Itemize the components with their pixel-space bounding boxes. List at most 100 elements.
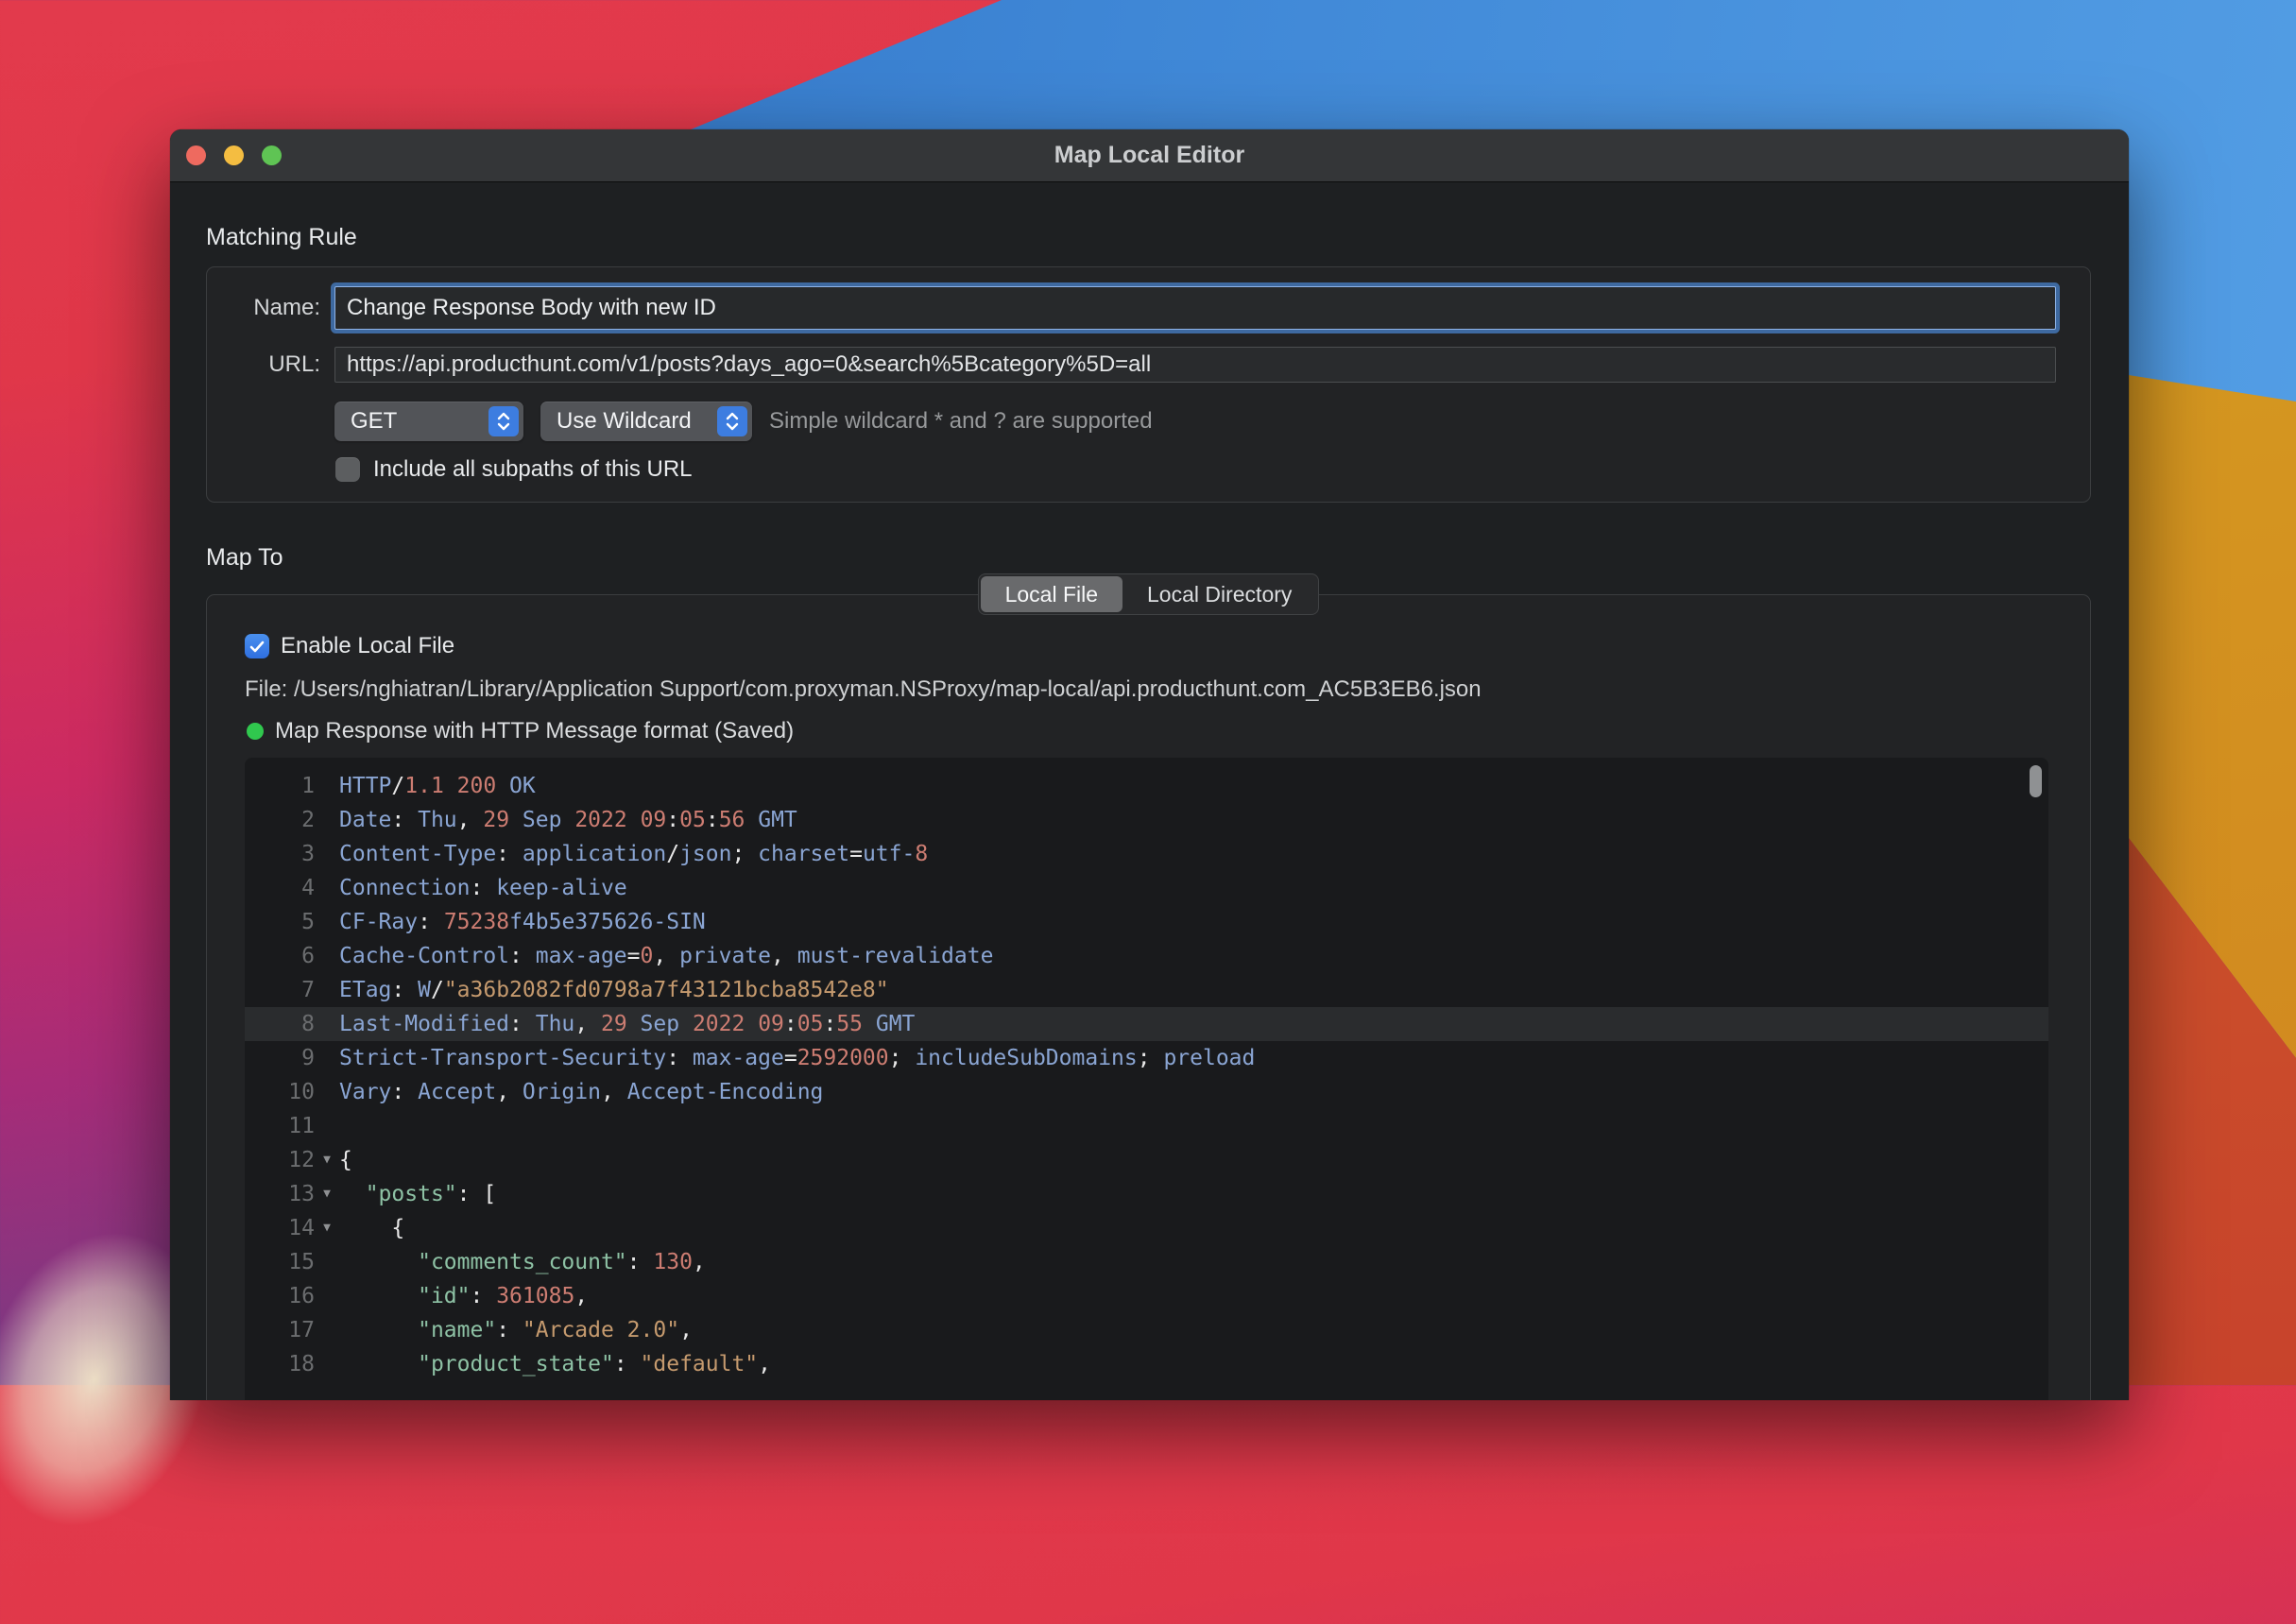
wildcard-mode-value: Use Wildcard <box>557 408 692 434</box>
line-number: 11 <box>288 1114 315 1138</box>
url-label: URL: <box>268 351 320 377</box>
code-line: 7 ETag: W/"a36b2082fd0798a7f43121bcba8542… <box>245 973 2048 1007</box>
window-title: Map Local Editor <box>1054 142 1245 168</box>
code-text: { <box>339 1216 405 1240</box>
fold-toggle-icon[interactable]: ▼ <box>315 1211 339 1245</box>
subpaths-checkbox[interactable] <box>335 457 360 482</box>
code-line: 12 ▼{ <box>245 1143 2048 1177</box>
line-number: 13 <box>288 1182 315 1206</box>
code-line: 9 Strict-Transport-Security: max-age=2592… <box>245 1041 2048 1075</box>
code-text: Strict-Transport-Security: max-age=25920… <box>339 1046 1256 1070</box>
code-text: "id": 361085, <box>418 1284 589 1308</box>
file-label: File: <box>245 676 288 702</box>
code-line: 2 Date: Thu, 29 Sep 2022 09:05:56 GMT <box>245 803 2048 837</box>
check-icon <box>249 641 265 652</box>
subpaths-row: Include all subpaths of this URL <box>335 456 2056 483</box>
name-row: Name: <box>207 286 2056 330</box>
line-number: 1 <box>301 774 315 798</box>
method-select-value: GET <box>351 408 398 434</box>
file-path-row: File: /Users/nghiatran/Library/Applicati… <box>245 676 2048 703</box>
code-text: HTTP/1.1 200 OK <box>339 774 536 798</box>
map-to-heading: Map To <box>206 544 283 571</box>
code-line: 17 "name": "Arcade 2.0", <box>245 1313 2048 1347</box>
line-number: 9 <box>301 1046 315 1070</box>
saved-status-row: Map Response with HTTP Message format (S… <box>245 718 2048 744</box>
tab-local-file[interactable]: Local File <box>980 576 1123 612</box>
editor-scrollbar-thumb[interactable] <box>2030 765 2042 797</box>
code-text: Last-Modified: Thu, 29 Sep 2022 09:05:55… <box>339 1012 916 1036</box>
map-local-editor-window: Map Local Editor Matching Rule Name: URL… <box>170 129 2129 1400</box>
code-text: Date: Thu, 29 Sep 2022 09:05:56 GMT <box>339 808 797 832</box>
line-number: 7 <box>301 978 315 1002</box>
line-number: 5 <box>301 910 315 934</box>
code-text: "comments_count": 130, <box>418 1250 706 1274</box>
code-line: 6 Cache-Control: max-age=0, private, must… <box>245 939 2048 973</box>
code-text: Cache-Control: max-age=0, private, must-… <box>339 944 994 968</box>
line-number: 17 <box>288 1318 315 1342</box>
method-select[interactable]: GET <box>334 402 523 441</box>
enable-local-file-label: Enable Local File <box>281 633 455 658</box>
enable-local-file-checkbox[interactable] <box>245 634 269 658</box>
map-to-group: Enable Local File File: /Users/nghiatran… <box>206 594 2091 1400</box>
code-line: 1 HTTP/1.1 200 OK <box>245 769 2048 803</box>
name-label: Name: <box>253 295 320 320</box>
matching-rule-group: Name: URL: GET Use Wildcard <box>206 266 2091 503</box>
fold-toggle-icon[interactable]: ▼ <box>315 1143 339 1177</box>
tab-local-directory[interactable]: Local Directory <box>1122 576 1316 612</box>
code-line: 15 "comments_count": 130, <box>245 1245 2048 1279</box>
saved-status-dot <box>247 723 264 740</box>
chevron-up-down-icon <box>717 406 747 436</box>
saved-status-text: Map Response with HTTP Message format (S… <box>275 718 795 744</box>
code-text: "posts": [ <box>365 1182 497 1206</box>
code-text: "name": "Arcade 2.0", <box>418 1318 693 1342</box>
code-line: 3 Content-Type: application/json; charset… <box>245 837 2048 871</box>
line-number: 12 <box>288 1148 315 1172</box>
file-path: /Users/nghiatran/Library/Application Sup… <box>287 676 1482 702</box>
code-text: Connection: keep-alive <box>339 876 627 900</box>
window-titlebar[interactable]: Map Local Editor <box>170 129 2129 182</box>
fold-toggle-icon[interactable]: ▼ <box>315 1177 339 1211</box>
code-line: 14 ▼ { <box>245 1211 2048 1245</box>
code-text: ETag: W/"a36b2082fd0798a7f43121bcba8542e… <box>339 978 889 1002</box>
line-number: 15 <box>288 1250 315 1274</box>
map-to-tabs: Local File Local Directory <box>977 573 1320 615</box>
code-line: 11 <box>245 1109 2048 1143</box>
map-to-tabbar-wrap: Local File Local Directory <box>206 573 2091 615</box>
line-number: 10 <box>288 1080 315 1104</box>
code-line: 8 Last-Modified: Thu, 29 Sep 2022 09:05:5… <box>245 1007 2048 1041</box>
url-input[interactable] <box>334 347 2056 383</box>
line-number: 8 <box>301 1012 315 1036</box>
code-text: Vary: Accept, Origin, Accept-Encoding <box>339 1080 824 1104</box>
code-text: Content-Type: application/json; charset=… <box>339 842 929 866</box>
wildcard-mode-select[interactable]: Use Wildcard <box>540 402 752 441</box>
line-number: 2 <box>301 808 315 832</box>
wildcard-hint: Simple wildcard * and ? are supported <box>769 408 1153 434</box>
code-line: 18 "product_state": "default", <box>245 1347 2048 1381</box>
match-options-row: GET Use Wildcard Simple wildcard * and ?… <box>334 402 2056 441</box>
http-message-editor[interactable]: 1 HTTP/1.1 200 OK 2 Date: Thu, 29 Sep 2022 … <box>245 758 2048 1400</box>
rule-name-input[interactable] <box>334 286 2056 330</box>
code-line: 16 "id": 361085, <box>245 1279 2048 1313</box>
line-number: 6 <box>301 944 315 968</box>
url-row: URL: <box>207 347 2056 383</box>
window-content: Matching Rule Name: URL: GET Use Wildcar… <box>170 224 2129 1400</box>
subpaths-label: Include all subpaths of this URL <box>373 456 693 482</box>
code-text: "product_state": "default", <box>418 1352 772 1376</box>
desktop: { "window": { "title": "Map Local Editor… <box>0 0 2296 1624</box>
code-text: CF-Ray: 75238f4b5e375626-SIN <box>339 910 706 934</box>
code-line: 4 Connection: keep-alive <box>245 871 2048 905</box>
code-lines: 1 HTTP/1.1 200 OK 2 Date: Thu, 29 Sep 2022 … <box>245 769 2048 1381</box>
